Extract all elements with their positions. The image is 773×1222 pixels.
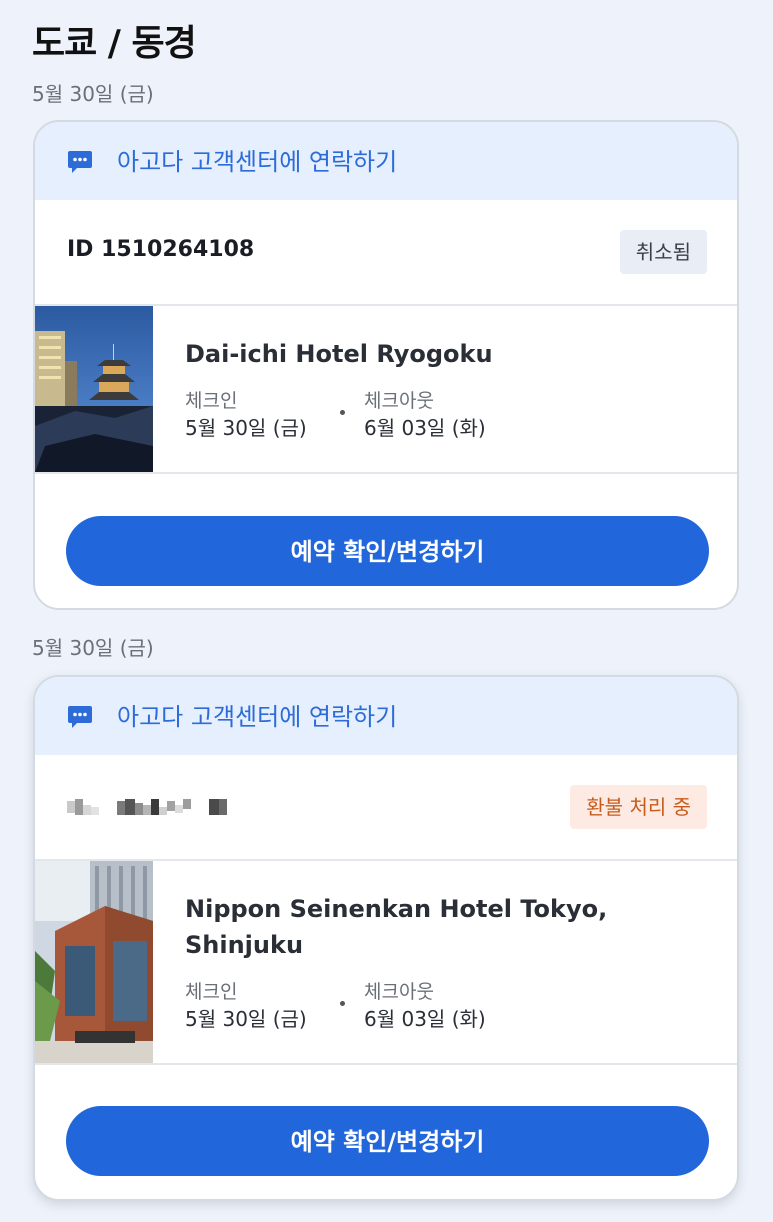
contact-support-bar[interactable]: 아고다 고객센터에 연락하기 [35, 677, 737, 755]
status-badge: 환불 처리 중 [570, 785, 707, 829]
hotel-name: Dai-ichi Hotel Ryogoku [185, 340, 493, 368]
manage-booking-button[interactable]: 예약 확인/변경하기 [66, 516, 709, 586]
checkin-date: 5월 30일 (금) [185, 1007, 307, 1031]
hotel-summary[interactable]: Nippon Seinenkan Hotel Tokyo, Shinjuku 체… [35, 861, 737, 1065]
hotel-thumbnail [35, 861, 153, 1063]
chat-icon [68, 151, 92, 173]
checkout-date: 6월 03일 (화) [364, 1007, 486, 1031]
page-title: 도쿄 / 동경 [32, 23, 197, 64]
booking-date-label: 5월 30일 (금) [32, 636, 154, 660]
booking-card: 아고다 고객센터에 연락하기 ID 1510264108 취소됨 Dai-ich… [33, 120, 739, 610]
booking-id: ID 1510264108 [67, 237, 255, 262]
hotel-summary[interactable]: Dai-ichi Hotel Ryogoku 체크인 5월 30일 (금) 체크… [35, 306, 737, 474]
contact-support-link: 아고다 고객센터에 연락하기 [117, 703, 398, 731]
date-separator [340, 410, 345, 415]
date-separator [340, 1001, 345, 1006]
checkin-label: 체크인 [185, 390, 238, 412]
booking-date-label: 5월 30일 (금) [32, 82, 154, 106]
bookings-page: 도쿄 / 동경 5월 30일 (금) 아고다 고객센터에 연락하기 ID 151… [0, 0, 773, 1222]
status-badge: 취소됨 [619, 230, 707, 274]
checkout-label: 체크아웃 [364, 981, 434, 1003]
hotel-name: Nippon Seinenkan Hotel Tokyo, Shinjuku [185, 895, 608, 959]
checkin-label: 체크인 [185, 981, 238, 1003]
hotel-thumbnail [35, 306, 153, 472]
manage-booking-button[interactable]: 예약 확인/변경하기 [66, 1106, 709, 1176]
booking-id-row: 환불 처리 중 [35, 755, 737, 861]
checkout-date: 6월 03일 (화) [364, 416, 486, 440]
chat-icon [68, 706, 92, 728]
booking-id-row: ID 1510264108 취소됨 [35, 200, 737, 306]
checkout-label: 체크아웃 [364, 390, 434, 412]
booking-card: 아고다 고객센터에 연락하기 환불 처리 중 Nippon Seinenkan … [33, 675, 739, 1201]
contact-support-link: 아고다 고객센터에 연락하기 [117, 148, 398, 176]
redacted-booking-id [67, 799, 227, 815]
contact-support-bar[interactable]: 아고다 고객센터에 연락하기 [35, 122, 737, 200]
checkin-date: 5월 30일 (금) [185, 416, 307, 440]
